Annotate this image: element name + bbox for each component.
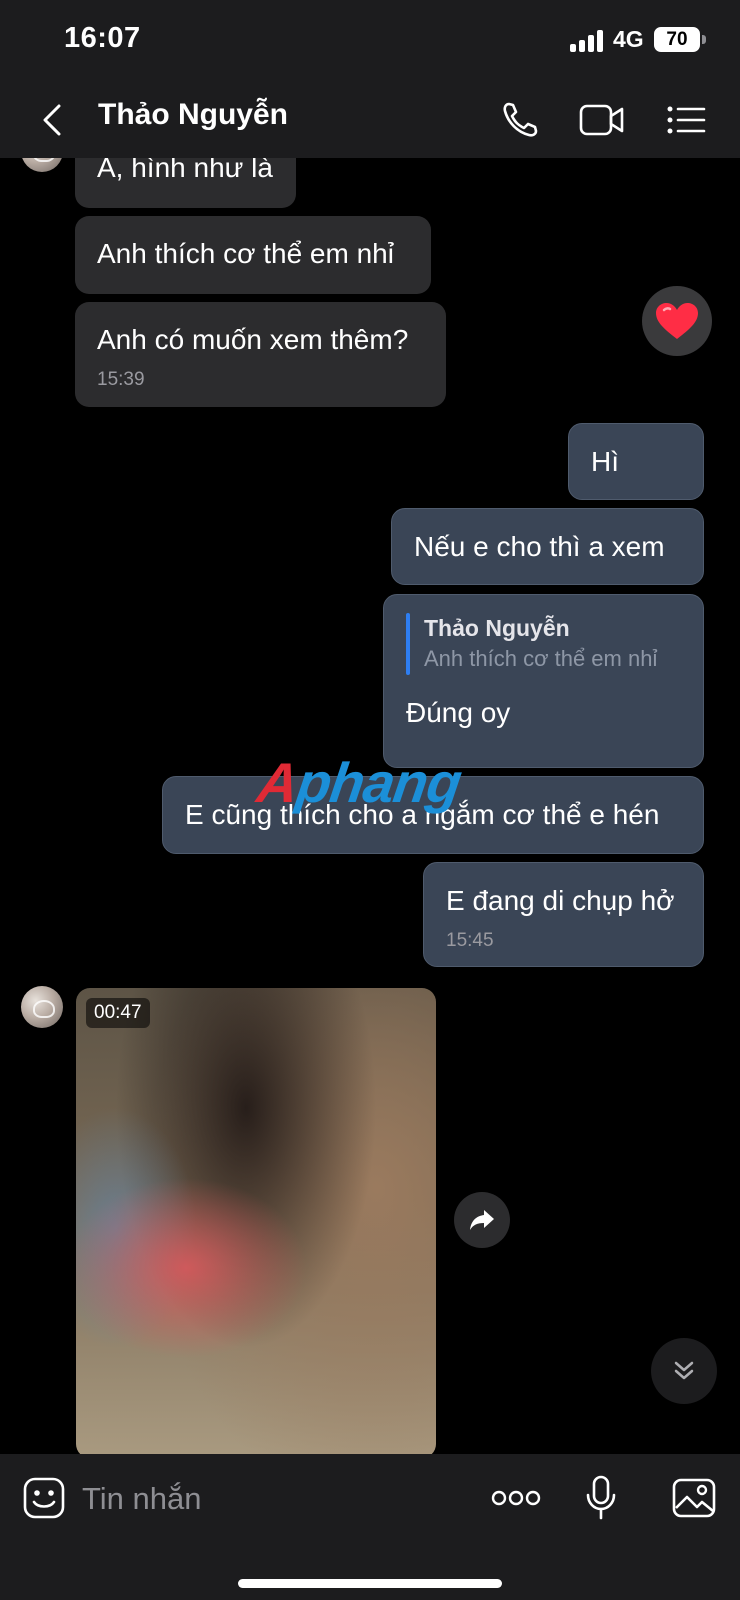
back-button[interactable] (30, 94, 74, 146)
video-message[interactable]: 00:47 (76, 988, 436, 1454)
chevron-double-down-icon (674, 1361, 694, 1380)
reply-message-bubble[interactable]: Thảo Nguyễn Anh thích cơ thể em nhỉ Đúng… (383, 594, 704, 768)
heart-icon (656, 303, 698, 339)
video-call-icon (579, 104, 624, 136)
message-bubble[interactable]: À, hình như là (75, 158, 296, 208)
message-time: 15:39 (97, 369, 145, 390)
image-button[interactable] (668, 1472, 720, 1524)
message-text: Đúng oy (406, 697, 511, 728)
sticker-button[interactable] (18, 1472, 70, 1524)
more-icon (491, 1490, 541, 1506)
image-icon (672, 1478, 716, 1518)
status-bar: 16:07 4G 70 (0, 0, 740, 82)
forward-icon (470, 1210, 494, 1230)
video-call-button[interactable] (576, 94, 628, 146)
phone-icon (503, 102, 538, 137)
message-text: Hì (591, 446, 619, 477)
message-input[interactable] (82, 1476, 462, 1522)
more-button[interactable] (488, 1472, 544, 1524)
message-text: Nếu e cho thì a xem (414, 531, 665, 562)
status-time: 16:07 (64, 22, 141, 54)
chat-header: Thảo Nguyễn (0, 82, 740, 158)
quoted-text: Anh thích cơ thể em nhỉ (424, 646, 658, 671)
contact-name[interactable]: Thảo Nguyễn (98, 98, 288, 132)
quoted-message[interactable]: Thảo Nguyễn Anh thích cơ thể em nhỉ (406, 613, 681, 675)
forward-button[interactable] (454, 1192, 510, 1248)
network-label: 4G (613, 26, 644, 52)
signal-icon (570, 30, 604, 52)
heart-reaction-button[interactable] (642, 286, 712, 356)
message-text: E đang di chụp hở (446, 885, 675, 916)
message-text: Anh thích cơ thể em nhỉ (97, 238, 394, 269)
quoted-sender: Thảo Nguyễn (424, 615, 570, 641)
battery-tip (702, 35, 706, 44)
menu-list-icon (667, 106, 706, 134)
message-bubble[interactable]: Anh thích cơ thể em nhỉ (75, 216, 431, 294)
watermark-word: phang (293, 751, 465, 814)
voice-button[interactable] (575, 1472, 627, 1524)
message-bubble[interactable]: E đang di chụp hở 15:45 (423, 862, 704, 967)
contact-avatar[interactable] (21, 158, 63, 172)
chat-area[interactable]: À, hình như là Anh thích cơ thể em nhỉ A… (0, 158, 740, 1454)
back-icon (43, 104, 61, 136)
microphone-icon (586, 1475, 616, 1520)
video-duration: 00:47 (86, 998, 150, 1028)
sticker-icon (23, 1477, 65, 1519)
message-text: À, hình như là (97, 158, 273, 183)
quote-bar (406, 613, 410, 675)
call-button[interactable] (494, 94, 546, 146)
battery-level: 70 (666, 29, 688, 50)
message-text: Anh có muốn xem thêm? (97, 324, 409, 355)
battery-icon: 70 (654, 27, 700, 52)
message-time: 15:45 (446, 930, 494, 951)
contact-avatar[interactable] (21, 986, 63, 1028)
home-indicator (238, 1579, 502, 1588)
scroll-down-button[interactable] (651, 1338, 717, 1404)
message-bubble[interactable]: Anh có muốn xem thêm? 15:39 (75, 302, 446, 407)
menu-button[interactable] (660, 94, 712, 146)
message-bubble[interactable]: Hì (568, 423, 704, 500)
watermark-logo: Aphang (253, 750, 465, 815)
message-bubble[interactable]: Nếu e cho thì a xem (391, 508, 704, 585)
